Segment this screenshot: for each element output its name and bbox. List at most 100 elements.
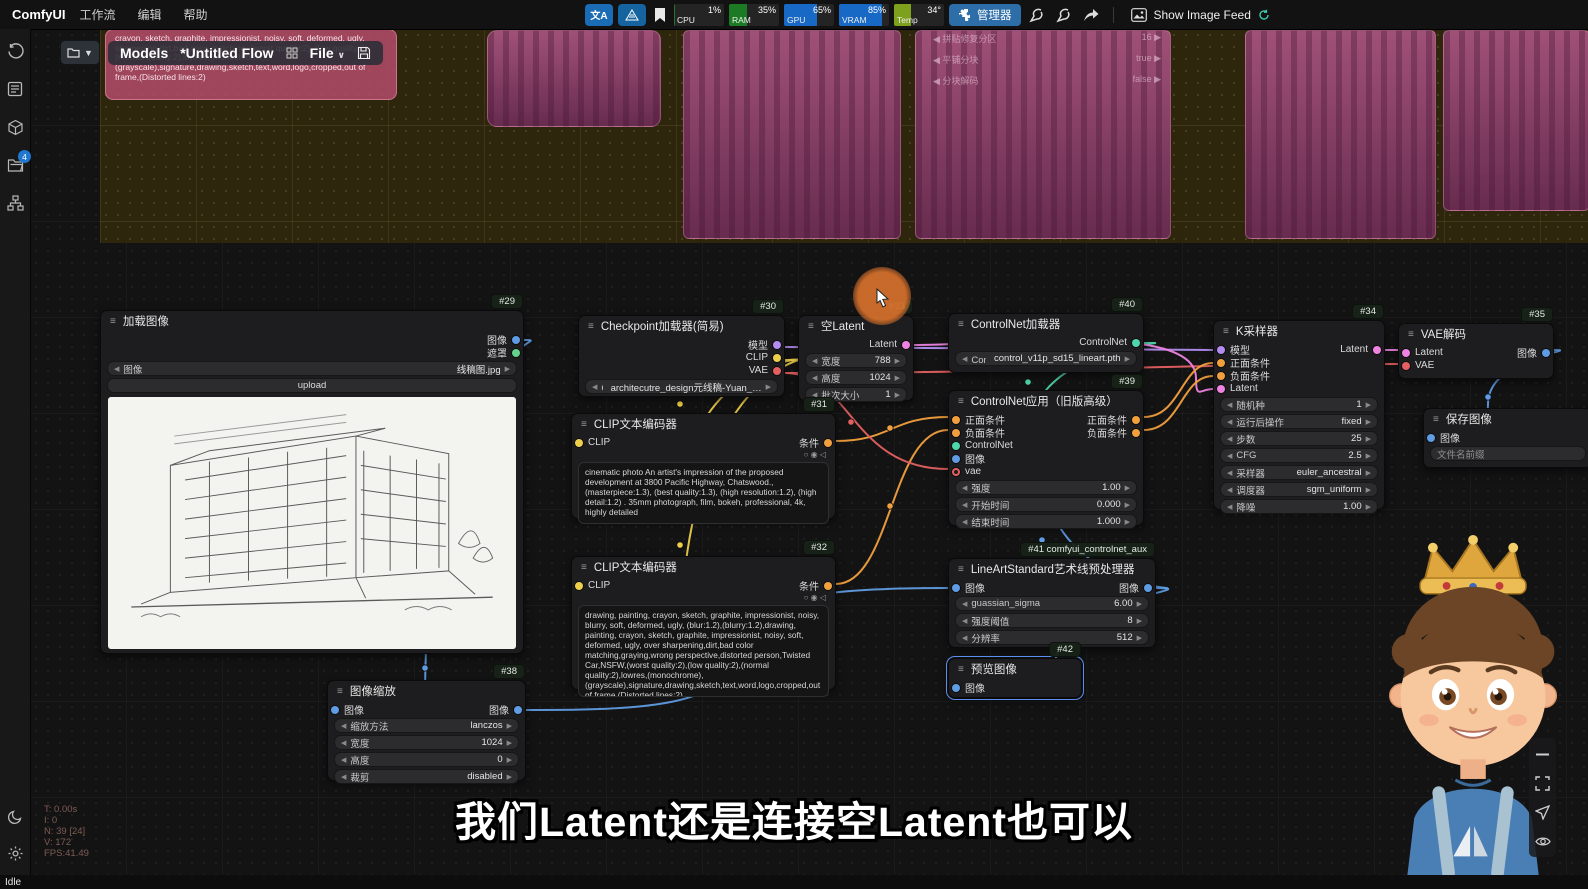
- widget-combo-调度器[interactable]: ◀调度器sgm_uniform▶: [1220, 482, 1378, 497]
- input-slot-Latent[interactable]: Latent: [1399, 346, 1446, 359]
- input-slot-vae[interactable]: vae: [949, 465, 1016, 478]
- slot-dot[interactable]: [1132, 429, 1140, 437]
- output-slot-图像[interactable]: 图像: [486, 703, 525, 716]
- slot-dot[interactable]: [1132, 339, 1140, 347]
- decrement-arrow-icon[interactable]: ◀: [962, 600, 967, 608]
- show-image-feed-button[interactable]: Show Image Feed: [1125, 8, 1276, 22]
- decrement-arrow-icon[interactable]: ◀: [812, 357, 817, 365]
- slot-dot[interactable]: [514, 706, 522, 714]
- notification-button-2[interactable]: [1053, 4, 1075, 26]
- decrement-arrow-icon[interactable]: ◀: [1227, 469, 1232, 477]
- node-title[interactable]: ≡CLIP文本编码器: [572, 414, 835, 434]
- slot-dot[interactable]: [1217, 385, 1225, 393]
- decrement-arrow-icon[interactable]: ◀: [962, 617, 967, 625]
- slot-dot[interactable]: [1402, 349, 1410, 357]
- node-title[interactable]: ≡预览图像: [949, 659, 1081, 679]
- increment-arrow-icon[interactable]: ▶: [895, 374, 900, 382]
- slot-dot[interactable]: [773, 367, 781, 375]
- widget-button-upload[interactable]: upload: [107, 378, 517, 393]
- slot-dot[interactable]: [331, 706, 339, 714]
- node-title[interactable]: ≡VAE解码: [1399, 324, 1553, 344]
- file-menu[interactable]: File ∨: [310, 45, 345, 61]
- slot-dot[interactable]: [952, 584, 960, 592]
- slot-dot[interactable]: [952, 429, 960, 437]
- slot-dot[interactable]: [824, 439, 832, 447]
- widget-combo-随机种[interactable]: ◀随机种1▶: [1220, 397, 1378, 412]
- node-menu-icon[interactable]: ≡: [110, 316, 116, 327]
- slot-dot[interactable]: [512, 349, 520, 357]
- output-slot-负面条件[interactable]: 负面条件: [1084, 426, 1143, 439]
- fit-view-button[interactable]: [1532, 772, 1554, 794]
- node-title[interactable]: ≡图像缩放: [328, 681, 525, 701]
- decrement-arrow-icon[interactable]: ◀: [812, 374, 817, 382]
- select-mode-button[interactable]: [1532, 801, 1554, 823]
- slot-dot[interactable]: [952, 416, 960, 424]
- node-menu-icon[interactable]: ≡: [581, 562, 587, 573]
- widget-combo-CFG[interactable]: ◀CFG2.5▶: [1220, 448, 1378, 463]
- node-title[interactable]: ≡ControlNet应用（旧版高级）: [949, 391, 1143, 411]
- share-button[interactable]: [1080, 4, 1102, 26]
- output-slot-模型[interactable]: 模型: [743, 338, 784, 351]
- increment-arrow-icon[interactable]: ▶: [766, 383, 771, 391]
- decrement-arrow-icon[interactable]: ◀: [341, 756, 346, 764]
- increment-arrow-icon[interactable]: ▶: [1137, 634, 1142, 642]
- toggle-visibility-button[interactable]: [1532, 830, 1554, 852]
- output-slot-ControlNet[interactable]: ControlNet: [1076, 336, 1143, 349]
- node-lineart-preprocessor[interactable]: #41 comfyui_controlnet_aux≡LineArtStanda…: [948, 558, 1156, 648]
- node-controlnet-apply[interactable]: #39≡ControlNet应用（旧版高级）正面条件负面条件ControlNet…: [948, 390, 1144, 526]
- input-slot-CLIP[interactable]: CLIP: [572, 579, 613, 592]
- node-title[interactable]: ≡CLIP文本编码器: [572, 557, 835, 577]
- bookmark-button[interactable]: [651, 4, 669, 26]
- decrement-arrow-icon[interactable]: ◀: [341, 722, 346, 730]
- node-load-image[interactable]: #29≡加载图像图像遮罩◀图像线稿图.jpg▶upload: [100, 310, 524, 654]
- slot-dot[interactable]: [952, 468, 960, 476]
- node-image-scale[interactable]: #38≡图像缩放图像图像◀缩放方法lanczos▶◀宽度1024▶◀高度0▶◀裁…: [327, 680, 526, 781]
- node-clip-encode-positive[interactable]: #31≡CLIP文本编码器CLIP条件○ ◉ ◁cinematic photo …: [571, 413, 836, 519]
- decrement-arrow-icon[interactable]: ◀: [1227, 435, 1232, 443]
- widget-combo-采样器[interactable]: ◀采样器euler_ancestral▶: [1220, 465, 1378, 480]
- input-slot-负面条件[interactable]: 负面条件: [949, 426, 1016, 439]
- output-slot-图像[interactable]: 图像: [1514, 346, 1553, 359]
- sidebar-history-button[interactable]: [5, 41, 25, 61]
- prompt-textarea[interactable]: drawing, painting, crayon, sketch, graph…: [578, 605, 829, 697]
- widget-combo-裁剪[interactable]: ◀裁剪disabled▶: [334, 769, 519, 784]
- slot-dot[interactable]: [512, 336, 520, 344]
- node-save-image[interactable]: ≡保存图像图像文件名前缀: [1423, 408, 1588, 468]
- slot-dot[interactable]: [1542, 349, 1550, 357]
- increment-arrow-icon[interactable]: ▶: [895, 357, 900, 365]
- node-checkpoint-loader[interactable]: #30≡Checkpoint加载器(简易)模型CLIPVAE◀Checkpoin…: [578, 315, 785, 397]
- node-title[interactable]: ≡ControlNet加载器: [949, 314, 1143, 334]
- menu-edit[interactable]: 编辑: [137, 6, 161, 23]
- menu-help[interactable]: 帮助: [183, 6, 207, 23]
- widget-combo-强度[interactable]: ◀强度1.00▶: [955, 480, 1137, 495]
- slot-dot[interactable]: [902, 341, 910, 349]
- decrement-arrow-icon[interactable]: ◀: [592, 383, 597, 391]
- node-title[interactable]: ≡加载图像: [101, 311, 523, 331]
- translation-ext-button[interactable]: [618, 4, 646, 26]
- sidebar-logs-button[interactable]: [5, 79, 25, 99]
- increment-arrow-icon[interactable]: ▶: [1366, 401, 1371, 409]
- decrement-arrow-icon[interactable]: ◀: [341, 773, 346, 781]
- increment-arrow-icon[interactable]: ▶: [1366, 435, 1371, 443]
- increment-arrow-icon[interactable]: ▶: [1366, 503, 1371, 511]
- manager-button[interactable]: 管理器: [949, 4, 1021, 26]
- widget-combo-结束时间[interactable]: ◀结束时间1.000▶: [955, 514, 1137, 529]
- increment-arrow-icon[interactable]: ▶: [1125, 484, 1130, 492]
- decrement-arrow-icon[interactable]: ◀: [962, 518, 967, 526]
- save-icon[interactable]: [357, 46, 371, 60]
- node-preview-image[interactable]: #42≡预览图像图像: [948, 658, 1082, 698]
- slot-dot[interactable]: [952, 442, 960, 450]
- decrement-arrow-icon[interactable]: ◀: [114, 365, 119, 373]
- theme-toggle-button[interactable]: [5, 807, 25, 827]
- slot-dot[interactable]: [1217, 372, 1225, 380]
- increment-arrow-icon[interactable]: ▶: [507, 756, 512, 764]
- slot-dot[interactable]: [1427, 434, 1435, 442]
- node-menu-icon[interactable]: ≡: [958, 664, 964, 675]
- widget-combo-开始时间[interactable]: ◀开始时间0.000▶: [955, 497, 1137, 512]
- widget-combo-宽度[interactable]: ◀宽度1024▶: [334, 735, 519, 750]
- prompt-textarea[interactable]: cinematic photo An artist's impression o…: [578, 462, 829, 524]
- node-menu-icon[interactable]: ≡: [588, 321, 594, 332]
- widget-combo-宽度[interactable]: ◀宽度788▶: [805, 353, 907, 368]
- decrement-arrow-icon[interactable]: ◀: [1227, 418, 1232, 426]
- widget-combo-guassian_sigma[interactable]: ◀guassian_sigma6.00▶: [955, 596, 1149, 611]
